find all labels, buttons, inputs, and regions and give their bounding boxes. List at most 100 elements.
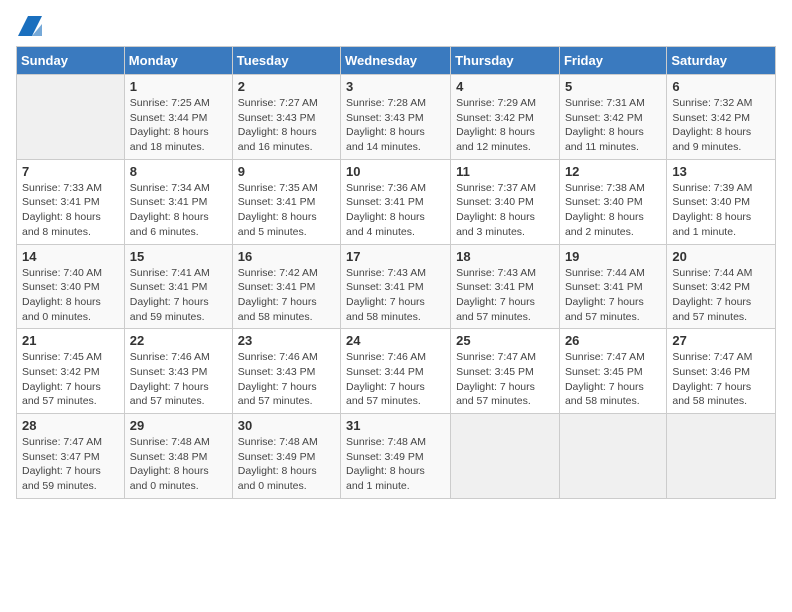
calendar-cell xyxy=(451,414,560,499)
calendar-cell xyxy=(667,414,776,499)
calendar-cell: 3 Sunrise: 7:28 AM Sunset: 3:43 PM Daylig… xyxy=(341,75,451,160)
calendar-cell: 24 Sunrise: 7:46 AM Sunset: 3:44 PM Dayli… xyxy=(341,329,451,414)
day-number: 30 xyxy=(238,418,335,433)
day-number: 22 xyxy=(130,333,227,348)
day-number: 3 xyxy=(346,79,445,94)
header-day-monday: Monday xyxy=(124,47,232,75)
day-info: Sunrise: 7:31 AM Sunset: 3:42 PM Dayligh… xyxy=(565,96,661,155)
day-number: 21 xyxy=(22,333,119,348)
header-day-tuesday: Tuesday xyxy=(232,47,340,75)
day-number: 13 xyxy=(672,164,770,179)
calendar-cell: 12Sunrise: 7:38 AM Sunset: 3:40 PM Dayli… xyxy=(559,159,666,244)
calendar-cell: 22 Sunrise: 7:46 AM Sunset: 3:43 PM Dayli… xyxy=(124,329,232,414)
day-number: 20 xyxy=(672,249,770,264)
calendar-cell: 5 Sunrise: 7:31 AM Sunset: 3:42 PM Daylig… xyxy=(559,75,666,160)
calendar-week-row: 21 Sunrise: 7:45 AM Sunset: 3:42 PM Dayli… xyxy=(17,329,776,414)
calendar-cell: 31Sunrise: 7:48 AM Sunset: 3:49 PM Dayli… xyxy=(341,414,451,499)
day-info: Sunrise: 7:39 AM Sunset: 3:40 PM Dayligh… xyxy=(672,181,770,240)
day-info: Sunrise: 7:41 AM Sunset: 3:41 PM Dayligh… xyxy=(130,266,227,325)
day-number: 11 xyxy=(456,164,554,179)
day-info: Sunrise: 7:46 AM Sunset: 3:43 PM Dayligh… xyxy=(130,350,227,409)
calendar-week-row: 28 Sunrise: 7:47 AM Sunset: 3:47 PM Dayli… xyxy=(17,414,776,499)
calendar-cell: 28 Sunrise: 7:47 AM Sunset: 3:47 PM Dayli… xyxy=(17,414,125,499)
day-number: 18 xyxy=(456,249,554,264)
day-number: 6 xyxy=(672,79,770,94)
day-number: 28 xyxy=(22,418,119,433)
day-info: Sunrise: 7:47 AM Sunset: 3:46 PM Dayligh… xyxy=(672,350,770,409)
calendar-cell: 7 Sunrise: 7:33 AM Sunset: 3:41 PM Daylig… xyxy=(17,159,125,244)
day-info: Sunrise: 7:43 AM Sunset: 3:41 PM Dayligh… xyxy=(346,266,445,325)
day-info: Sunrise: 7:45 AM Sunset: 3:42 PM Dayligh… xyxy=(22,350,119,409)
calendar-cell: 19 Sunrise: 7:44 AM Sunset: 3:41 PM Dayli… xyxy=(559,244,666,329)
day-info: Sunrise: 7:47 AM Sunset: 3:45 PM Dayligh… xyxy=(565,350,661,409)
day-info: Sunrise: 7:33 AM Sunset: 3:41 PM Dayligh… xyxy=(22,181,119,240)
logo xyxy=(16,16,42,36)
day-number: 16 xyxy=(238,249,335,264)
calendar-cell: 8 Sunrise: 7:34 AM Sunset: 3:41 PM Daylig… xyxy=(124,159,232,244)
day-number: 4 xyxy=(456,79,554,94)
calendar-week-row: 14Sunrise: 7:40 AM Sunset: 3:40 PM Dayli… xyxy=(17,244,776,329)
header-day-friday: Friday xyxy=(559,47,666,75)
day-info: Sunrise: 7:43 AM Sunset: 3:41 PM Dayligh… xyxy=(456,266,554,325)
day-number: 7 xyxy=(22,164,119,179)
calendar-cell: 30 Sunrise: 7:48 AM Sunset: 3:49 PM Dayli… xyxy=(232,414,340,499)
calendar-cell: 11Sunrise: 7:37 AM Sunset: 3:40 PM Dayli… xyxy=(451,159,560,244)
day-info: Sunrise: 7:48 AM Sunset: 3:49 PM Dayligh… xyxy=(238,435,335,494)
calendar-cell xyxy=(559,414,666,499)
calendar-cell: 13 Sunrise: 7:39 AM Sunset: 3:40 PM Dayli… xyxy=(667,159,776,244)
calendar-cell: 15Sunrise: 7:41 AM Sunset: 3:41 PM Dayli… xyxy=(124,244,232,329)
calendar-cell: 18 Sunrise: 7:43 AM Sunset: 3:41 PM Dayli… xyxy=(451,244,560,329)
day-info: Sunrise: 7:34 AM Sunset: 3:41 PM Dayligh… xyxy=(130,181,227,240)
day-info: Sunrise: 7:48 AM Sunset: 3:49 PM Dayligh… xyxy=(346,435,445,494)
day-info: Sunrise: 7:38 AM Sunset: 3:40 PM Dayligh… xyxy=(565,181,661,240)
calendar-cell: 25 Sunrise: 7:47 AM Sunset: 3:45 PM Dayli… xyxy=(451,329,560,414)
calendar-cell: 6 Sunrise: 7:32 AM Sunset: 3:42 PM Daylig… xyxy=(667,75,776,160)
day-info: Sunrise: 7:47 AM Sunset: 3:47 PM Dayligh… xyxy=(22,435,119,494)
calendar-cell: 29 Sunrise: 7:48 AM Sunset: 3:48 PM Dayli… xyxy=(124,414,232,499)
day-number: 27 xyxy=(672,333,770,348)
calendar-cell: 10Sunrise: 7:36 AM Sunset: 3:41 PM Dayli… xyxy=(341,159,451,244)
calendar-week-row: 1 Sunrise: 7:25 AM Sunset: 3:44 PM Daylig… xyxy=(17,75,776,160)
calendar-week-row: 7 Sunrise: 7:33 AM Sunset: 3:41 PM Daylig… xyxy=(17,159,776,244)
day-info: Sunrise: 7:28 AM Sunset: 3:43 PM Dayligh… xyxy=(346,96,445,155)
day-number: 10 xyxy=(346,164,445,179)
calendar-cell: 16 Sunrise: 7:42 AM Sunset: 3:41 PM Dayli… xyxy=(232,244,340,329)
day-info: Sunrise: 7:35 AM Sunset: 3:41 PM Dayligh… xyxy=(238,181,335,240)
day-number: 14 xyxy=(22,249,119,264)
day-info: Sunrise: 7:32 AM Sunset: 3:42 PM Dayligh… xyxy=(672,96,770,155)
day-number: 23 xyxy=(238,333,335,348)
calendar-cell: 14Sunrise: 7:40 AM Sunset: 3:40 PM Dayli… xyxy=(17,244,125,329)
day-number: 9 xyxy=(238,164,335,179)
day-number: 29 xyxy=(130,418,227,433)
day-number: 24 xyxy=(346,333,445,348)
day-info: Sunrise: 7:29 AM Sunset: 3:42 PM Dayligh… xyxy=(456,96,554,155)
day-info: Sunrise: 7:46 AM Sunset: 3:44 PM Dayligh… xyxy=(346,350,445,409)
header-day-wednesday: Wednesday xyxy=(341,47,451,75)
calendar-cell xyxy=(17,75,125,160)
day-info: Sunrise: 7:48 AM Sunset: 3:48 PM Dayligh… xyxy=(130,435,227,494)
day-number: 1 xyxy=(130,79,227,94)
calendar-cell: 9 Sunrise: 7:35 AM Sunset: 3:41 PM Daylig… xyxy=(232,159,340,244)
calendar-table: SundayMondayTuesdayWednesdayThursdayFrid… xyxy=(16,46,776,499)
header xyxy=(16,16,776,36)
day-number: 25 xyxy=(456,333,554,348)
day-number: 26 xyxy=(565,333,661,348)
day-number: 5 xyxy=(565,79,661,94)
calendar-cell: 1 Sunrise: 7:25 AM Sunset: 3:44 PM Daylig… xyxy=(124,75,232,160)
day-info: Sunrise: 7:47 AM Sunset: 3:45 PM Dayligh… xyxy=(456,350,554,409)
calendar-cell: 23Sunrise: 7:46 AM Sunset: 3:43 PM Dayli… xyxy=(232,329,340,414)
calendar-body: 1 Sunrise: 7:25 AM Sunset: 3:44 PM Daylig… xyxy=(17,75,776,499)
header-day-thursday: Thursday xyxy=(451,47,560,75)
day-info: Sunrise: 7:27 AM Sunset: 3:43 PM Dayligh… xyxy=(238,96,335,155)
day-info: Sunrise: 7:25 AM Sunset: 3:44 PM Dayligh… xyxy=(130,96,227,155)
day-number: 2 xyxy=(238,79,335,94)
calendar-cell: 4 Sunrise: 7:29 AM Sunset: 3:42 PM Daylig… xyxy=(451,75,560,160)
logo-icon xyxy=(18,16,42,36)
day-info: Sunrise: 7:44 AM Sunset: 3:41 PM Dayligh… xyxy=(565,266,661,325)
calendar-cell: 26 Sunrise: 7:47 AM Sunset: 3:45 PM Dayli… xyxy=(559,329,666,414)
calendar-cell: 2 Sunrise: 7:27 AM Sunset: 3:43 PM Daylig… xyxy=(232,75,340,160)
day-number: 8 xyxy=(130,164,227,179)
day-number: 19 xyxy=(565,249,661,264)
calendar-cell: 20Sunrise: 7:44 AM Sunset: 3:42 PM Dayli… xyxy=(667,244,776,329)
day-info: Sunrise: 7:42 AM Sunset: 3:41 PM Dayligh… xyxy=(238,266,335,325)
